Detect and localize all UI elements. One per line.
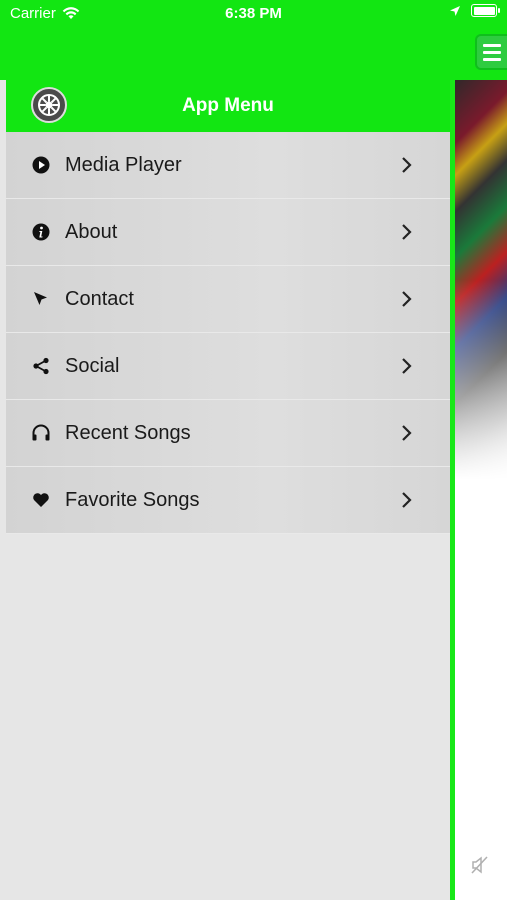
- top-header: Carrier 6:38 PM: [0, 0, 507, 80]
- drawer-edge: [450, 80, 455, 900]
- clock: 6:38 PM: [225, 5, 282, 22]
- status-right: [449, 4, 500, 17]
- menu-item-label: Social: [65, 354, 120, 377]
- hamburger-line: [483, 57, 501, 61]
- status-bar: Carrier 6:38 PM: [0, 0, 507, 30]
- battery-icon: [471, 4, 500, 17]
- hamburger-line: [483, 43, 501, 47]
- menu-item-social[interactable]: Social: [6, 333, 450, 400]
- heart-icon: [33, 493, 49, 507]
- chevron-right-icon: [402, 224, 412, 240]
- chevron-right-icon: [402, 291, 412, 307]
- headphones-icon: [32, 424, 50, 441]
- chevron-right-icon: [402, 157, 412, 173]
- menu-item-label: About: [65, 220, 118, 243]
- menu-item-favorite-songs[interactable]: Favorite Songs: [6, 467, 450, 534]
- location-arrow-icon: [450, 5, 460, 16]
- share-icon: [33, 357, 49, 375]
- chevron-right-icon: [402, 492, 412, 508]
- menu-item-label: Contact: [65, 287, 134, 310]
- gear-icon[interactable]: [31, 87, 67, 123]
- hamburger-line: [483, 50, 501, 54]
- mute-icon[interactable]: [470, 855, 490, 880]
- menu-item-label: Favorite Songs: [65, 488, 200, 511]
- main-content-preview[interactable]: [450, 80, 507, 900]
- menu-item-recent-songs[interactable]: Recent Songs: [6, 400, 450, 467]
- side-drawer: App Menu Media Player About Contact Soci…: [6, 80, 450, 900]
- cursor-arrow-icon: [34, 292, 47, 305]
- menu-item-about[interactable]: About: [6, 199, 450, 266]
- menu-item-label: Recent Songs: [65, 421, 191, 444]
- info-icon: [32, 223, 50, 241]
- album-art-image: [450, 80, 507, 480]
- menu-item-contact[interactable]: Contact: [6, 266, 450, 333]
- drawer-header: App Menu: [6, 80, 450, 132]
- menu-list: Media Player About Contact Social Recent…: [6, 132, 450, 534]
- chevron-right-icon: [402, 358, 412, 374]
- chevron-right-icon: [402, 425, 412, 441]
- menu-toggle-button[interactable]: [475, 34, 507, 70]
- play-circle-icon: [32, 156, 50, 174]
- drawer-title: App Menu: [182, 95, 274, 116]
- menu-item-label: Media Player: [65, 153, 182, 176]
- menu-item-media-player[interactable]: Media Player: [6, 132, 450, 199]
